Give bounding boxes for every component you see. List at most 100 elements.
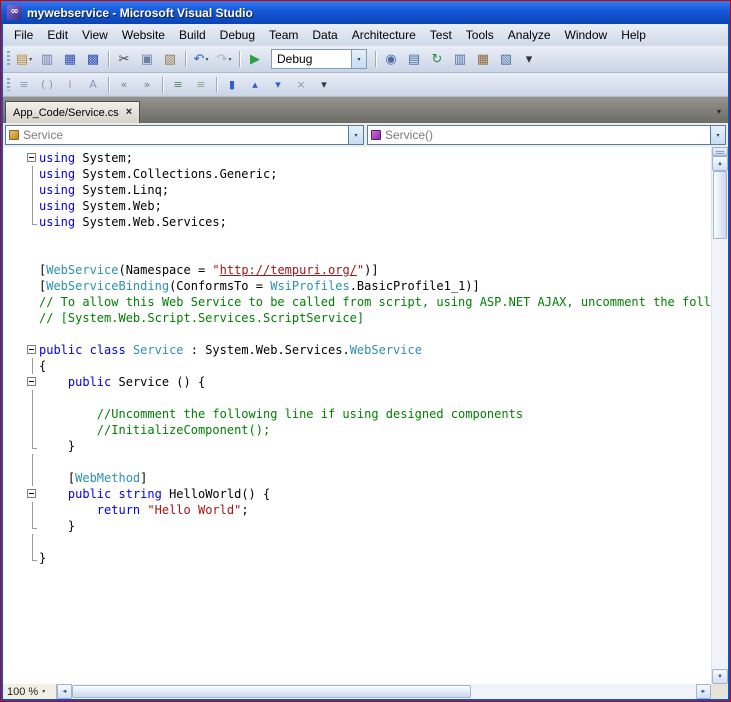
visual-studio-logo-icon: ∞ [7, 5, 22, 20]
add-new-item-icon: ▥ [41, 53, 53, 66]
display-member-list-button[interactable]: ≡ [13, 75, 35, 95]
toolbox-button[interactable]: ▦ [472, 49, 494, 69]
title-bar[interactable]: ∞ mywebservice - Microsoft Visual Studio [1, 1, 730, 24]
code-text: return "Hello World"; [39, 502, 711, 518]
uncomment-icon: ≡ [196, 79, 205, 90]
code-line: using System.Web; [3, 198, 711, 214]
next-bookmark-button[interactable]: ▾ [267, 75, 289, 95]
code-editor[interactable]: using System;using System.Collections.Ge… [3, 147, 728, 684]
window-title: mywebservice - Microsoft Visual Studio [27, 6, 253, 20]
visual-studio-window: ∞ mywebservice - Microsoft Visual Studio… [0, 0, 731, 702]
cut-button[interactable]: ✂ [113, 49, 135, 69]
find-in-files-button[interactable]: ◉ [380, 49, 402, 69]
horizontal-scroll-thumb[interactable] [72, 685, 471, 698]
next-bookmark-icon: ▾ [275, 79, 281, 90]
menu-item-website[interactable]: Website [115, 25, 172, 45]
tab-app-code-service-cs[interactable]: App_Code/Service.cs × [5, 101, 140, 123]
vertical-scrollbar[interactable]: ▲ ▼ [711, 147, 728, 684]
comment-out-button[interactable]: ≡ [167, 75, 189, 95]
outline-collapse-button[interactable] [25, 150, 39, 166]
scroll-left-button[interactable]: ◄ [57, 684, 72, 699]
clear-bookmarks-button[interactable]: × [290, 75, 312, 95]
start-debugging-button[interactable]: ▶ [244, 49, 266, 69]
menu-item-team[interactable]: Team [262, 25, 305, 45]
outline-collapse-button[interactable] [25, 486, 39, 502]
paste-button[interactable]: ▨ [159, 49, 181, 69]
selection-margin [3, 246, 25, 262]
menu-item-window[interactable]: Window [558, 25, 615, 45]
code-text: { [39, 358, 711, 374]
quick-info-button[interactable]: i [59, 75, 81, 95]
menu-item-help[interactable]: Help [614, 25, 653, 45]
code-lines[interactable]: using System;using System.Collections.Ge… [3, 147, 711, 684]
code-line: // [System.Web.Script.Services.ScriptSer… [3, 310, 711, 326]
menu-item-edit[interactable]: Edit [40, 25, 75, 45]
selection-margin [3, 326, 25, 342]
previous-bookmark-button[interactable]: ▴ [244, 75, 266, 95]
document-list-dropdown-icon[interactable]: ▾ [717, 107, 721, 116]
selection-margin [3, 182, 25, 198]
menu-item-architecture[interactable]: Architecture [345, 25, 423, 45]
parameter-info-button[interactable]: ( ) [36, 75, 58, 95]
tab-close-button[interactable]: × [126, 107, 132, 118]
selection-margin [3, 214, 25, 230]
solution-explorer-button[interactable]: ▤ [403, 49, 425, 69]
dropdown-arrow-icon[interactable]: ▾ [205, 56, 208, 63]
outline-margin [25, 390, 39, 406]
menu-item-debug[interactable]: Debug [213, 25, 262, 45]
types-dropdown[interactable]: Service ▾ [5, 125, 364, 145]
chevron-down-icon[interactable]: ▾ [351, 50, 366, 68]
word-completion-button[interactable]: A [82, 75, 104, 95]
undo-button[interactable]: ↶▾ [190, 49, 212, 69]
code-text: } [39, 550, 711, 566]
toggle-bookmark-button[interactable]: ▮ [221, 75, 243, 95]
code-line [3, 390, 711, 406]
menu-item-tools[interactable]: Tools [459, 25, 501, 45]
selection-margin [3, 198, 25, 214]
members-dropdown[interactable]: Service() ▾ [367, 125, 726, 145]
redo-button[interactable]: ↷▾ [213, 49, 235, 69]
selection-margin [3, 294, 25, 310]
properties-window-button[interactable]: ▥ [449, 49, 471, 69]
menu-item-build[interactable]: Build [172, 25, 213, 45]
team-explorer-button[interactable]: ↻ [426, 49, 448, 69]
chevron-down-icon[interactable]: ▾ [710, 126, 725, 144]
code-line: } [3, 518, 711, 534]
code-text: // [System.Web.Script.Services.ScriptSer… [39, 310, 711, 326]
scroll-right-button[interactable]: ► [696, 684, 711, 699]
decrease-indent-button[interactable]: « [113, 75, 135, 95]
new-website-button[interactable]: ▤▾ [13, 49, 35, 69]
undo-icon: ↶ [194, 53, 205, 66]
save-all-button[interactable]: ▩ [82, 49, 104, 69]
scroll-up-button[interactable]: ▲ [712, 156, 728, 171]
code-text: // To allow this Web Service to be calle… [39, 294, 711, 310]
dropdown-arrow-icon[interactable]: ▾ [29, 56, 32, 63]
menu-item-view[interactable]: View [75, 25, 115, 45]
scroll-down-button[interactable]: ▼ [712, 669, 728, 684]
object-browser-button[interactable]: ▧ [495, 49, 517, 69]
selection-margin [3, 374, 25, 390]
menu-item-data[interactable]: Data [305, 25, 344, 45]
vertical-scroll-track[interactable] [712, 171, 728, 669]
editor-splitter-handle[interactable] [712, 147, 728, 156]
vertical-scroll-thumb[interactable] [713, 171, 727, 239]
menu-item-test[interactable]: Test [423, 25, 459, 45]
save-button[interactable]: ▦ [59, 49, 81, 69]
debug-target-combobox[interactable]: Debug▾ [271, 49, 367, 69]
add-new-item-button[interactable]: ▥ [36, 49, 58, 69]
outline-margin [25, 278, 39, 294]
chevron-down-icon[interactable]: ▾ [348, 126, 363, 144]
menu-item-analyze[interactable]: Analyze [501, 25, 558, 45]
outline-collapse-button[interactable] [25, 374, 39, 390]
dropdown-arrow-icon[interactable]: ▾ [228, 56, 231, 63]
menu-item-file[interactable]: File [7, 25, 40, 45]
increase-indent-button[interactable]: » [136, 75, 158, 95]
copy-button[interactable]: ▣ [136, 49, 158, 69]
uncomment-button[interactable]: ≡ [190, 75, 212, 95]
toolbar-options-button[interactable]: ▾ [518, 49, 540, 69]
horizontal-scroll-track[interactable] [72, 684, 696, 699]
outline-collapse-button[interactable] [25, 342, 39, 358]
code-token: using [39, 215, 75, 229]
toolbar-options-button[interactable]: ▾ [313, 75, 335, 95]
zoom-control[interactable]: 100 % ▾ [3, 684, 57, 699]
